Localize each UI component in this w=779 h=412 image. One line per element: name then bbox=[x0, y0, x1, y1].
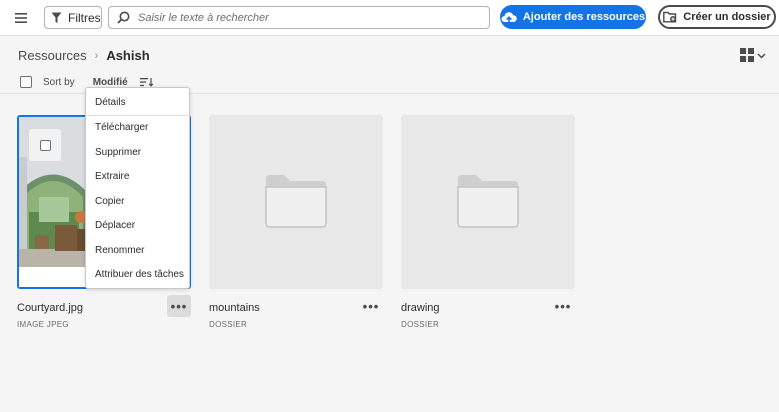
menu-item-copy[interactable]: Copier bbox=[86, 189, 189, 214]
filter-label: Filtres bbox=[68, 10, 101, 25]
asset-card-mountains[interactable]: mountains DOSSIER ••• bbox=[209, 115, 383, 329]
item-select-checkbox[interactable] bbox=[29, 129, 61, 161]
filter-button[interactable]: Filtres bbox=[44, 6, 102, 29]
menu-item-details[interactable]: Détails bbox=[86, 91, 189, 116]
asset-type: DOSSIER bbox=[209, 320, 248, 329]
add-assets-button[interactable]: Ajouter des ressources bbox=[500, 5, 646, 29]
menu-item-assign-tasks[interactable]: Attribuer des tâches bbox=[86, 263, 189, 288]
more-actions-button[interactable]: ••• bbox=[551, 295, 575, 317]
more-actions-button[interactable]: ••• bbox=[359, 295, 383, 317]
breadcrumb-root[interactable]: Ressources bbox=[18, 48, 87, 63]
sort-order-icon[interactable] bbox=[139, 77, 154, 87]
chevron-down-icon bbox=[757, 52, 766, 59]
search-box[interactable] bbox=[108, 6, 490, 29]
folder-thumbnail[interactable] bbox=[401, 115, 575, 289]
asset-type: DOSSIER bbox=[401, 320, 440, 329]
add-assets-label: Ajouter des ressources bbox=[522, 11, 646, 23]
asset-name[interactable]: drawing bbox=[401, 302, 440, 314]
asset-type: IMAGE JPEG bbox=[17, 320, 69, 329]
folder-thumbnail[interactable] bbox=[209, 115, 383, 289]
top-toolbar: Filtres Ajouter des ressources Créer un … bbox=[0, 0, 779, 36]
hamburger-icon[interactable] bbox=[12, 9, 30, 27]
folder-icon bbox=[457, 175, 519, 228]
create-folder-button[interactable]: Créer un dossier bbox=[658, 5, 776, 29]
context-menu: Détails Télécharger Supprimer Extraire C… bbox=[85, 87, 190, 289]
menu-item-extract[interactable]: Extraire bbox=[86, 165, 189, 190]
cloud-upload-icon bbox=[501, 11, 517, 23]
breadcrumb: Ressources › Ashish bbox=[18, 48, 150, 63]
menu-item-rename[interactable]: Renommer bbox=[86, 238, 189, 263]
breadcrumb-separator: › bbox=[94, 49, 99, 62]
breadcrumb-current: Ashish bbox=[106, 48, 150, 63]
menu-item-download[interactable]: Télécharger bbox=[86, 116, 189, 141]
asset-card-drawing[interactable]: drawing DOSSIER ••• bbox=[401, 115, 575, 329]
sort-field-dropdown[interactable]: Modifié bbox=[93, 77, 128, 88]
asset-name[interactable]: mountains bbox=[209, 302, 260, 314]
view-toggle[interactable] bbox=[740, 48, 766, 62]
search-icon bbox=[117, 11, 130, 24]
sort-by-label: Sort by bbox=[43, 76, 75, 88]
folder-icon bbox=[265, 175, 327, 228]
menu-item-delete[interactable]: Supprimer bbox=[86, 140, 189, 165]
folder-add-icon bbox=[663, 11, 677, 23]
search-input[interactable] bbox=[138, 11, 468, 24]
asset-name[interactable]: Courtyard.jpg bbox=[17, 302, 83, 314]
menu-item-move[interactable]: Déplacer bbox=[86, 214, 189, 239]
create-folder-label: Créer un dossier bbox=[683, 11, 771, 23]
more-actions-button[interactable]: ••• bbox=[167, 295, 191, 317]
select-all-checkbox[interactable] bbox=[20, 76, 32, 88]
filter-icon bbox=[51, 12, 62, 23]
grid-view-icon bbox=[740, 48, 754, 62]
